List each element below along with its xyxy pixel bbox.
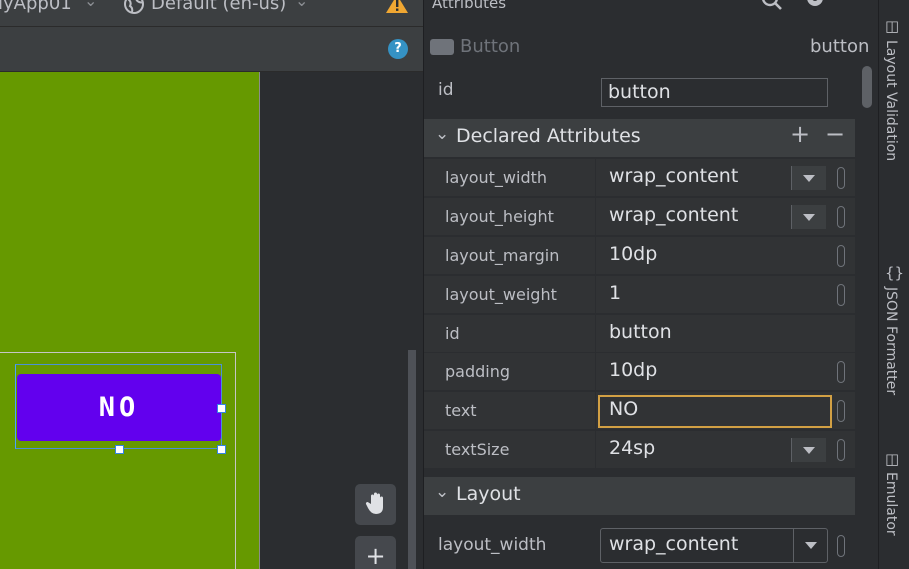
declared-attributes-header[interactable]: ⌄ Declared Attributes + −	[424, 119, 855, 157]
resource-picker-icon[interactable]	[837, 167, 845, 189]
attribute-row-layout-width[interactable]: layout_width wrap_content	[424, 159, 855, 197]
attribute-row-layout-height[interactable]: layout_height wrap_content	[424, 198, 855, 236]
attribute-name: textSize	[445, 440, 510, 459]
globe-icon	[123, 0, 145, 15]
column-divider	[595, 315, 596, 353]
remove-attribute-button[interactable]: −	[825, 120, 845, 148]
attribute-name: layout_margin	[445, 246, 560, 265]
layout-width-label: layout_width	[438, 535, 547, 555]
attribute-value[interactable]: wrap_content	[609, 204, 738, 226]
tab-emulator[interactable]: Emulator	[883, 472, 899, 536]
declared-attributes-title: Declared Attributes	[456, 125, 641, 147]
secondary-toolbar	[0, 27, 423, 72]
dropdown-button[interactable]	[791, 438, 826, 462]
button-component-icon	[430, 39, 454, 55]
resize-handle-bottom[interactable]	[115, 445, 124, 454]
layout-width-dropdown[interactable]: wrap_content	[600, 528, 828, 563]
resource-picker-icon[interactable]	[837, 245, 845, 267]
attribute-value[interactable]: button	[609, 321, 672, 343]
component-type: Button	[460, 36, 521, 57]
resource-picker-icon[interactable]	[837, 439, 845, 461]
resource-picker-icon[interactable]	[837, 361, 845, 383]
id-label: id	[438, 80, 454, 100]
dropdown-button[interactable]	[791, 205, 826, 229]
zoom-in-icon[interactable]: +	[355, 536, 396, 569]
minimize-icon[interactable]: —	[846, 0, 868, 11]
tab-json-formatter[interactable]: JSON Formatter	[883, 287, 899, 395]
column-divider	[595, 237, 596, 275]
attribute-value[interactable]: wrap_content	[609, 165, 738, 187]
help-icon[interactable]: ?	[388, 39, 408, 59]
gear-icon[interactable]	[804, 0, 826, 16]
resource-picker-icon[interactable]	[837, 206, 845, 228]
panel-scrollbar[interactable]	[862, 66, 872, 108]
attribute-row-padding[interactable]: padding 10dp	[424, 353, 855, 391]
tab-layout-validation[interactable]: Layout Validation	[883, 40, 899, 161]
resource-picker-icon[interactable]	[837, 535, 845, 557]
pan-hand-icon[interactable]	[355, 484, 396, 525]
column-divider	[595, 353, 596, 391]
attribute-row-textsize[interactable]: textSize 24sp	[424, 431, 855, 469]
resize-handle-bottom-right[interactable]	[217, 445, 226, 454]
attribute-value[interactable]: NO	[609, 398, 638, 420]
attribute-name: layout_height	[445, 207, 554, 226]
locale-selector[interactable]: Default (en-us)	[151, 0, 286, 14]
canvas-scrollbar[interactable]	[408, 350, 416, 569]
layout-section-header[interactable]: ⌄ Layout	[424, 477, 855, 515]
attribute-value[interactable]: 10dp	[609, 359, 657, 381]
layout-width-value: wrap_content	[609, 533, 739, 555]
column-divider	[595, 159, 596, 197]
column-divider	[595, 431, 596, 469]
attribute-name: layout_width	[445, 168, 548, 187]
preview-no-button[interactable]: NO	[17, 374, 221, 441]
attribute-name: padding	[445, 362, 511, 381]
layout-validation-icon[interactable]: ◫	[885, 17, 899, 35]
attribute-name: text	[445, 401, 477, 420]
panel-title: Attributes	[432, 0, 507, 12]
braces-icon[interactable]: {}	[885, 264, 904, 282]
chevron-down-icon[interactable]: ⌄	[435, 482, 449, 502]
attribute-value[interactable]: 10dp	[609, 243, 657, 265]
attribute-row-layout-margin[interactable]: layout_margin 10dp	[424, 237, 855, 275]
attribute-row-layout-weight[interactable]: layout_weight 1	[424, 276, 855, 314]
emulator-icon[interactable]: ◫	[885, 450, 899, 468]
add-attribute-button[interactable]: +	[790, 120, 810, 148]
column-divider	[595, 276, 596, 314]
chevron-down-icon[interactable]: ⌄	[435, 124, 449, 144]
column-divider	[595, 392, 596, 430]
attribute-value[interactable]: 24sp	[609, 437, 655, 459]
chevron-down-icon[interactable]: ⌄	[295, 0, 308, 10]
warning-icon[interactable]	[386, 0, 408, 13]
layout-section-title: Layout	[456, 483, 521, 505]
dropdown-button[interactable]	[793, 529, 828, 562]
search-icon[interactable]	[761, 0, 783, 16]
attribute-name: layout_weight	[445, 285, 557, 304]
id-field[interactable]: button	[601, 78, 828, 107]
attribute-row-id[interactable]: id button	[424, 315, 855, 353]
resource-picker-icon[interactable]	[837, 284, 845, 306]
chevron-down-icon[interactable]: ⌄	[84, 0, 97, 10]
app-selector[interactable]: lyApp01	[0, 0, 72, 14]
column-divider	[595, 198, 596, 236]
attribute-value[interactable]: 1	[609, 282, 621, 304]
attribute-name: id	[445, 324, 460, 343]
resource-picker-icon[interactable]	[837, 400, 845, 422]
dropdown-button[interactable]	[791, 166, 826, 190]
resize-handle-right[interactable]	[217, 404, 226, 413]
component-id: button	[810, 36, 870, 57]
attribute-row-text[interactable]: text NO	[424, 392, 855, 430]
